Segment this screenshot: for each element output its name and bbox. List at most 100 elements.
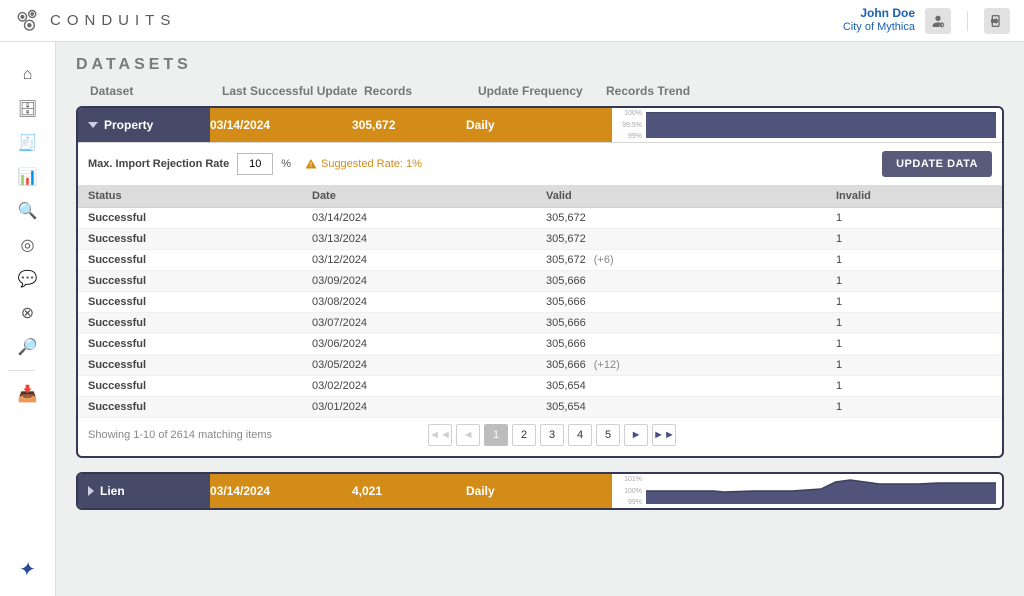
cell-valid: 305,672	[536, 229, 826, 250]
page-number-3[interactable]: 3	[540, 424, 564, 446]
dataset-last-update: 03/14/2024	[210, 484, 352, 498]
cell-valid: 305,672	[536, 208, 826, 229]
page-first-button[interactable]: ◄◄	[428, 424, 452, 446]
audit-icon: 🔍	[18, 201, 38, 221]
sidebar-item-alerts[interactable]: ⊗	[8, 296, 48, 330]
sidebar-item-reports[interactable]: 📥	[8, 377, 48, 411]
table-row[interactable]: Successful03/13/2024305,6721	[78, 229, 1002, 250]
cell-date: 03/07/2024	[302, 313, 536, 334]
cell-date: 03/08/2024	[302, 292, 536, 313]
sidebar: ⌂ 🗄🧾 📊 🔍 ◎💬⊗ 🔎 📥 ✦	[0, 42, 56, 596]
table-row[interactable]: Successful03/07/2024305,6661	[78, 313, 1002, 334]
main-content: DATASETS Dataset Last Successful Update …	[56, 42, 1024, 596]
dataset-records: 4,021	[352, 484, 466, 498]
sidebar-separator	[8, 370, 34, 371]
cell-status: Successful	[78, 271, 302, 292]
dataset-frequency: Daily	[466, 484, 594, 498]
datasets-column-headers: Dataset Last Successful Update Records U…	[76, 80, 1004, 106]
cell-date: 03/01/2024	[302, 397, 536, 418]
page-number-5[interactable]: 5	[596, 424, 620, 446]
table-row[interactable]: Successful03/06/2024305,6661	[78, 334, 1002, 355]
sidebar-item-analytics[interactable]: 📊	[8, 160, 48, 194]
table-row[interactable]: Successful03/05/2024305,666(+12)1	[78, 355, 1002, 376]
dataset-toggle-lien[interactable]: Lien	[78, 474, 210, 508]
col-dataset: Dataset	[90, 84, 222, 98]
cell-invalid: 1	[826, 292, 1002, 313]
brand-logo-icon	[14, 7, 42, 35]
table-row[interactable]: Successful03/09/2024305,6661	[78, 271, 1002, 292]
cell-date: 03/13/2024	[302, 229, 536, 250]
page-next-button[interactable]: ►	[624, 424, 648, 446]
table-row[interactable]: Successful03/08/2024305,6661	[78, 292, 1002, 313]
user-name: John Doe	[843, 7, 915, 21]
cell-date: 03/02/2024	[302, 376, 536, 397]
page-number-2[interactable]: 2	[512, 424, 536, 446]
th-date[interactable]: Date	[302, 185, 536, 208]
chevron-down-icon	[88, 122, 98, 128]
table-row[interactable]: Successful03/12/2024305,672(+6)1	[78, 250, 1002, 271]
col-frequency: Update Frequency	[478, 84, 606, 98]
update-data-button[interactable]: UPDATE DATA	[882, 151, 992, 177]
cell-date: 03/14/2024	[302, 208, 536, 229]
th-valid[interactable]: Valid	[536, 185, 826, 208]
table-row[interactable]: Successful03/01/2024305,6541	[78, 397, 1002, 418]
dataset-toggle-property[interactable]: Property	[78, 108, 210, 142]
logout-icon	[989, 13, 1005, 29]
logout-button[interactable]	[984, 8, 1010, 34]
cell-status: Successful	[78, 292, 302, 313]
table-row[interactable]: Successful03/14/2024305,6721	[78, 208, 1002, 229]
cell-status: Successful	[78, 208, 302, 229]
sidebar-item-target[interactable]: ◎	[8, 228, 48, 262]
home-icon: ⌂	[23, 66, 33, 84]
percent-label: %	[281, 158, 291, 170]
sidebar-item-data[interactable]: 🗄	[8, 92, 48, 126]
cell-invalid: 1	[826, 334, 1002, 355]
dataset-frequency: Daily	[466, 118, 594, 132]
cell-status: Successful	[78, 250, 302, 271]
page-number-4[interactable]: 4	[568, 424, 592, 446]
sidebar-item-chat[interactable]: 💬	[8, 262, 48, 296]
dataset-last-update: 03/14/2024	[210, 118, 352, 132]
sidebar-item-billing[interactable]: 🧾	[8, 126, 48, 160]
rejection-rate-label: Max. Import Rejection Rate	[88, 158, 229, 170]
brand[interactable]: CONDUITS	[14, 7, 176, 35]
import-history-table: Status Date Valid Invalid Successful03/1…	[78, 185, 1002, 418]
analytics-icon: 📊	[18, 167, 38, 187]
user-org: City of Mythica	[843, 21, 915, 34]
detail-toolbar: Max. Import Rejection Rate % Suggested R…	[78, 143, 1002, 185]
cell-valid: 305,654	[536, 397, 826, 418]
reports-icon: 📥	[18, 384, 38, 404]
page-title: DATASETS	[76, 56, 1004, 74]
page-number-1[interactable]: 1	[484, 424, 508, 446]
page-last-button[interactable]: ►►	[652, 424, 676, 446]
dataset-trend-lien: 101% 100% 99%	[612, 474, 1002, 508]
dataset-trend-property: 100% 99.5% 99%	[612, 108, 1002, 142]
app-badge-icon: ✦	[17, 557, 37, 582]
topbar: CONDUITS John Doe City of Mythica	[0, 0, 1024, 42]
detail-showing: Showing 1-10 of 2614 matching items	[88, 429, 272, 441]
page-prev-button[interactable]: ◄	[456, 424, 480, 446]
table-row[interactable]: Successful03/02/2024305,6541	[78, 376, 1002, 397]
cell-invalid: 1	[826, 355, 1002, 376]
cell-status: Successful	[78, 229, 302, 250]
cell-valid: 305,654	[536, 376, 826, 397]
user-settings-button[interactable]	[925, 8, 951, 34]
col-last-update: Last Successful Update	[222, 84, 364, 98]
cell-date: 03/06/2024	[302, 334, 536, 355]
sparkline-property	[646, 110, 996, 138]
user-info[interactable]: John Doe City of Mythica	[843, 7, 915, 33]
brand-name: CONDUITS	[50, 12, 176, 29]
sidebar-item-search[interactable]: 🔎	[8, 330, 48, 364]
cell-invalid: 1	[826, 208, 1002, 229]
cell-valid: 305,666	[536, 292, 826, 313]
cell-date: 03/12/2024	[302, 250, 536, 271]
th-invalid[interactable]: Invalid	[826, 185, 1002, 208]
pagination: ◄◄ ◄ 12345 ► ►►	[272, 424, 832, 446]
cell-invalid: 1	[826, 376, 1002, 397]
search-icon: 🔎	[18, 337, 38, 357]
th-status[interactable]: Status	[78, 185, 302, 208]
sidebar-item-home[interactable]: ⌂	[8, 58, 48, 92]
sidebar-item-audit[interactable]: 🔍	[8, 194, 48, 228]
cell-invalid: 1	[826, 313, 1002, 334]
rejection-rate-input[interactable]	[237, 153, 273, 175]
